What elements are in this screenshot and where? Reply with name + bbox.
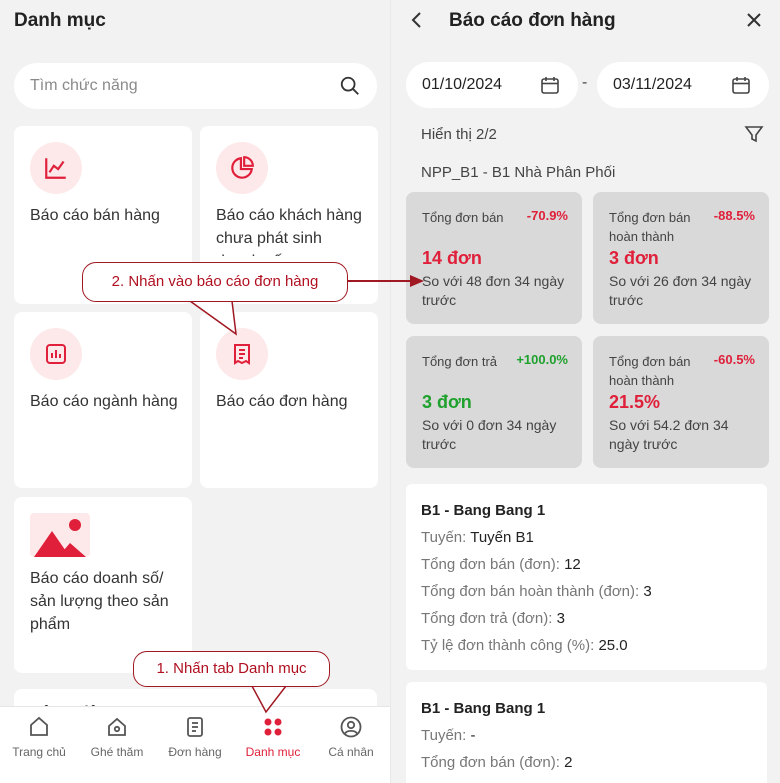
nav-label: Cá nhân [328,745,374,759]
card-label: Báo cáo ngành hàng [30,393,178,410]
stat-compare: So với 26 đơn 34 ngày trước [609,273,752,308]
date-to-value: 03/11/2024 [613,76,692,93]
nav-label: Ghé thăm [90,745,144,759]
nav-catalog[interactable]: Danh mục [234,715,312,759]
report-card-revenue-by-product[interactable]: Báo cáo doanh số/ sản lượng theo sản phẩ… [14,497,192,673]
stat-compare: So với 54.2 đơn 34 ngày trước [609,417,729,452]
nav-home[interactable]: Trang chủ [0,715,78,759]
date-separator: - [582,74,588,91]
stat-change: -60.5% [713,352,755,367]
customer-detail-card[interactable]: B1 - Bang Bang 1 Tuyến: - Tổng đơn bán (… [406,682,767,783]
stat-compare: So với 48 đơn 34 ngày trước [422,273,565,308]
stat-value: 21.5% [609,392,661,412]
report-card-orders[interactable]: Báo cáo đơn hàng [200,312,378,488]
nav-profile[interactable]: Cá nhân [312,715,390,759]
stat-name: Tổng đơn bán [422,210,504,225]
stat-value: 14 đơn [422,248,482,268]
page-title: Báo cáo đơn hàng [449,10,616,31]
page-title: Danh mục [14,10,106,31]
callout-step-2: 2. Nhấn vào báo cáo đơn hàng [82,262,348,302]
stat-change: +100.0% [516,352,568,367]
date-from-value: 01/10/2024 [422,76,503,93]
date-from-field[interactable]: 01/10/2024 [406,62,578,108]
filter-icon[interactable] [744,124,764,144]
detail-row: Tổng đơn bán hoàn thành (đơn): 3 [421,583,652,600]
search-placeholder: Tìm chức năng [30,77,138,94]
calendar-icon [732,77,750,94]
card-label: Báo cáo khách hàng chưa phát sinh doanh … [216,207,362,256]
stat-compare: So với 0 đơn 34 ngày trước [422,417,557,452]
calendar-icon [541,77,559,94]
grid-icon [264,718,282,736]
stat-change: -88.5% [713,208,755,223]
date-to-field[interactable]: 03/11/2024 [597,62,769,108]
detail-row: Tỷ lệ đơn thành công (%): 25.0 [421,637,628,654]
pie-chart-icon [216,142,268,194]
detail-row: Tổng đơn bán (đơn): 2 [421,754,573,771]
stat-name: Tổng đơn bán hoàn thành [609,354,691,388]
line-chart-icon [30,142,82,194]
stat-change: -70.9% [526,208,568,223]
search-icon[interactable] [339,75,361,97]
bottom-nav: Trang chủ Ghé thăm Đơn hàng Danh mục Cá … [0,706,390,783]
order-report-panel: Báo cáo đơn hàng 01/10/2024 - 03/11/2024… [390,0,780,783]
stat-card-returns: Tổng đơn trả +100.0% 3 đơn So với 0 đơn … [406,336,582,468]
stat-card-total-sales: Tổng đơn bán -70.9% 14 đơn So với 48 đơn… [406,192,582,324]
customer-detail-card[interactable]: B1 - Bang Bang 1 Tuyến: Tuyến B1 Tổng đơ… [406,484,767,670]
receipt-icon [216,328,268,380]
card-label: Báo cáo đơn hàng [216,393,348,410]
card-label: Báo cáo doanh số/ sản lượng theo sản phẩ… [30,570,169,633]
stat-card-completed: Tổng đơn bán hoàn thành -88.5% 3 đơn So … [593,192,769,324]
stat-name: Tổng đơn bán hoàn thành [609,210,691,244]
bar-chart-icon [30,328,82,380]
stat-value: 3 đơn [422,392,472,412]
nav-label: Danh mục [245,745,301,759]
nav-label: Đơn hàng [168,745,222,759]
stat-card-completion-rate: Tổng đơn bán hoàn thành -60.5% 21.5% So … [593,336,769,468]
detail-row: Tổng đơn bán (đơn): 12 [421,556,581,573]
close-icon[interactable] [744,10,764,30]
detail-row: Tuyến: - [421,727,476,744]
card-label: Báo cáo bán hàng [30,207,160,224]
home-icon [30,716,48,736]
image-icon [30,513,90,557]
nav-label: Trang chủ [12,745,66,759]
order-icon [187,717,203,737]
nav-visit[interactable]: Ghé thăm [78,715,156,759]
distributor-name: NPP_B1 - B1 Nhà Phân Phối [421,164,616,181]
callout-step-1: 1. Nhấn tab Danh mục [133,651,330,687]
detail-row: Tổng đơn trả (đơn): 3 [421,610,565,627]
report-card-industry[interactable]: Báo cáo ngành hàng [14,312,192,488]
nav-orders[interactable]: Đơn hàng [156,715,234,759]
search-input[interactable]: Tìm chức năng [14,63,377,109]
customer-name: B1 - Bang Bang 1 [421,502,546,519]
location-home-icon [108,717,126,736]
customer-name: B1 - Bang Bang 1 [421,700,546,717]
stat-value: 3 đơn [609,248,659,268]
user-icon [340,716,362,738]
back-icon[interactable] [407,10,427,30]
stat-name: Tổng đơn trả [422,354,498,369]
result-count: Hiển thị 2/2 [421,126,497,143]
detail-row: Tuyến: Tuyến B1 [421,529,534,546]
